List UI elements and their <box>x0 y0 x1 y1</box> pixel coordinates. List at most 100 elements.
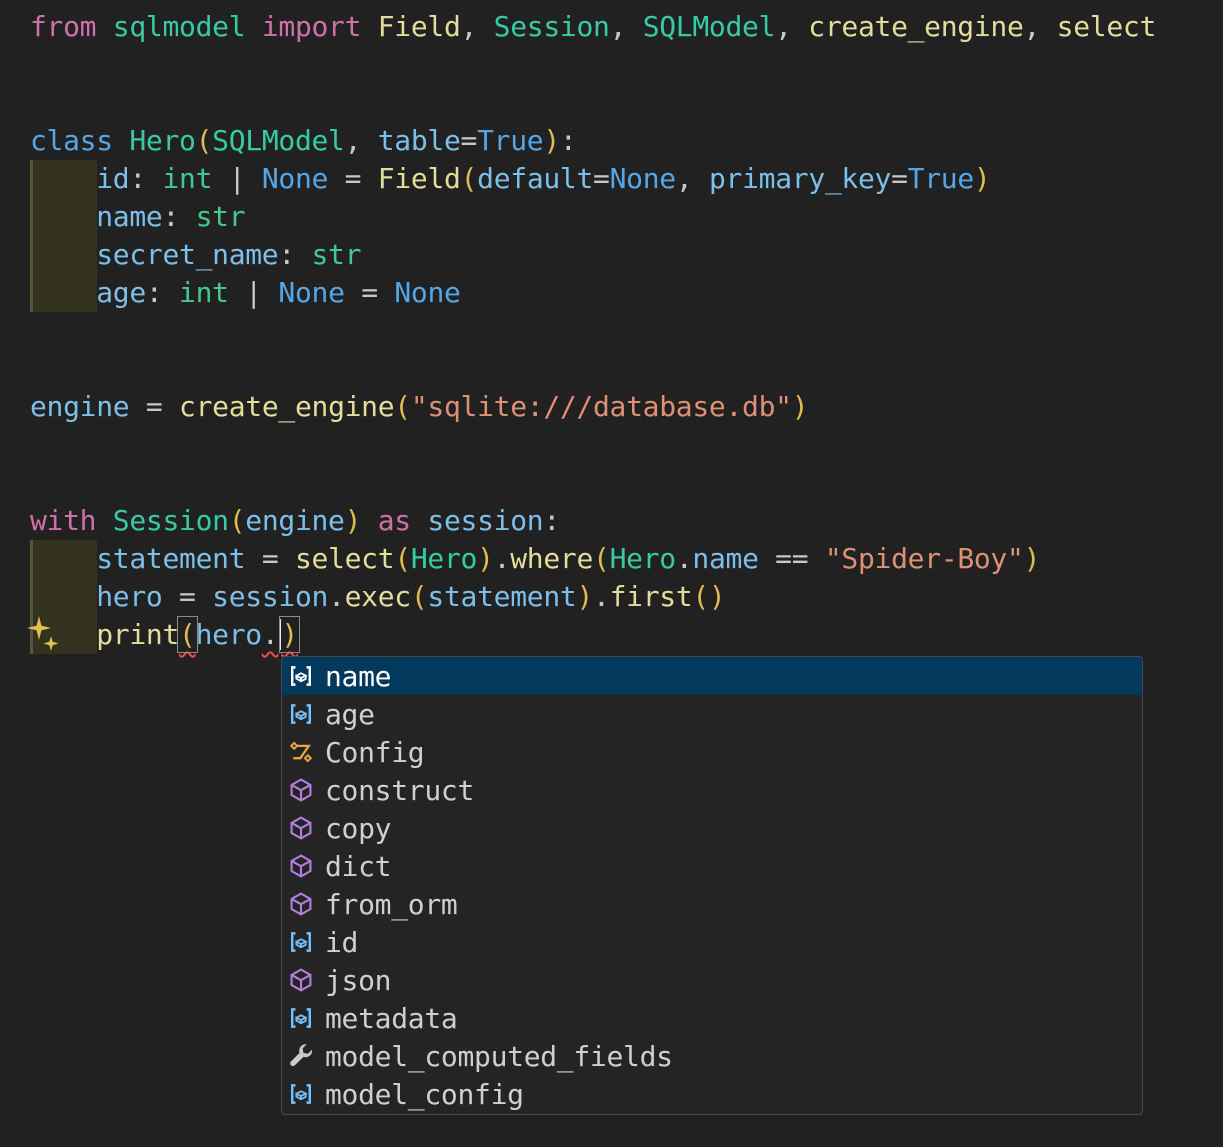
suggest-item-copy[interactable]: copy <box>282 809 1142 847</box>
code-line[interactable]: age: int | None = None <box>0 274 1223 312</box>
code-token: Session <box>493 10 610 43</box>
code-token: age <box>96 276 146 309</box>
code-token: = <box>344 276 395 309</box>
code-token: None <box>609 162 677 195</box>
code-token: table <box>377 124 461 157</box>
code-token: ( <box>177 616 198 653</box>
code-token: . <box>593 580 610 613</box>
code-token: , <box>460 10 494 43</box>
code-token: , <box>775 10 809 43</box>
suggest-item-construct[interactable]: construct <box>282 771 1142 809</box>
code-token: Session <box>112 504 229 537</box>
code-token: "Spider-Boy" <box>824 542 1024 575</box>
suggest-item-Config[interactable]: Config <box>282 733 1142 771</box>
code-token: True <box>907 162 975 195</box>
suggest-item-label: id <box>325 925 359 959</box>
code-token: , <box>1023 10 1057 43</box>
code-token: ) <box>1023 542 1041 575</box>
suggest-item-label: model_config <box>325 1077 524 1111</box>
code-token: ) <box>576 580 594 613</box>
code-token: ( <box>394 390 411 423</box>
symbol-method-icon <box>288 815 314 841</box>
code-token: ( <box>228 504 246 537</box>
code-line[interactable]: statement = select(Hero).where(Hero.name… <box>0 540 1223 578</box>
code-token: ) <box>477 542 494 575</box>
suggest-item-label: metadata <box>325 1001 458 1035</box>
code-line[interactable]: class Hero(SQLModel, table=True): <box>0 122 1223 160</box>
copilot-sparkle-icon[interactable] <box>24 614 64 654</box>
suggest-item-from_orm[interactable]: from_orm <box>282 885 1142 923</box>
code-token: Hero <box>410 542 478 575</box>
code-line[interactable] <box>0 312 1223 350</box>
code-line[interactable]: print(hero.) <box>0 616 1223 654</box>
code-line[interactable]: with Session(engine) as session: <box>0 502 1223 540</box>
code-token: Hero <box>609 542 677 575</box>
code-token: select <box>1056 10 1157 43</box>
code-token: SQLModel <box>212 124 345 157</box>
code-token: default <box>477 162 594 195</box>
code-token: print <box>96 618 180 651</box>
code-token: session <box>212 580 329 613</box>
code-token: ( <box>195 124 213 157</box>
symbol-method-icon <box>288 777 314 803</box>
code-token: : <box>543 504 560 537</box>
code-token: True <box>477 124 544 157</box>
suggest-item-metadata[interactable]: metadata <box>282 999 1142 1037</box>
symbol-property-icon <box>288 1043 314 1069</box>
code-editor[interactable]: from sqlmodel import Field, Session, SQL… <box>0 0 1223 1147</box>
code-token: ( <box>410 580 428 613</box>
code-token: session <box>427 504 544 537</box>
suggest-item-dict[interactable]: dict <box>282 847 1142 885</box>
code-line[interactable] <box>0 46 1223 84</box>
code-token: = <box>460 124 478 157</box>
code-token: . <box>261 618 279 651</box>
code-token: None <box>278 276 345 309</box>
code-token: , <box>609 10 643 43</box>
suggest-item-id[interactable]: id <box>282 923 1142 961</box>
symbol-method-icon <box>288 891 314 917</box>
suggest-item-label: Config <box>325 735 425 769</box>
suggest-item-label: from_orm <box>325 887 458 921</box>
suggest-item-model_computed_fields[interactable]: model_computed_fields <box>282 1037 1142 1075</box>
code-line[interactable]: id: int | None = Field(default=None, pri… <box>0 160 1223 198</box>
code-area[interactable]: from sqlmodel import Field, Session, SQL… <box>0 8 1223 654</box>
code-token: create_engine <box>179 390 395 423</box>
code-token: name <box>692 542 759 575</box>
code-line[interactable]: secret_name: str <box>0 236 1223 274</box>
code-line[interactable]: from sqlmodel import Field, Session, SQL… <box>0 8 1223 46</box>
code-token: , <box>344 124 378 157</box>
suggest-item-label: age <box>325 697 375 731</box>
code-token: first <box>609 580 693 613</box>
code-line[interactable] <box>0 350 1223 388</box>
suggest-item-name[interactable]: name <box>282 657 1142 695</box>
suggest-widget: name age Config construct copy dict from_ormid… <box>281 656 1143 1115</box>
code-token: str <box>311 238 362 271</box>
code-token: hero <box>195 618 263 651</box>
code-token: | <box>228 276 279 309</box>
code-line[interactable]: hero = session.exec(statement).first() <box>0 578 1223 616</box>
code-token: statement <box>96 542 246 575</box>
code-token: = <box>891 162 908 195</box>
code-line[interactable]: name: str <box>0 198 1223 236</box>
suggest-item-model_config[interactable]: model_config <box>282 1075 1142 1113</box>
code-line[interactable] <box>0 426 1223 464</box>
code-token: with <box>30 504 113 537</box>
suggest-item-label: model_computed_fields <box>325 1039 673 1073</box>
suggest-item-json[interactable]: json <box>282 961 1142 999</box>
code-token: Field <box>377 10 461 43</box>
suggest-item-age[interactable]: age <box>282 695 1142 733</box>
code-token: = <box>162 580 213 613</box>
code-token: ) <box>543 124 560 157</box>
code-token: () <box>692 580 726 613</box>
code-token: secret_name <box>96 238 279 271</box>
suggest-item-label: name <box>325 659 392 693</box>
code-line[interactable] <box>0 464 1223 502</box>
code-token: import <box>261 10 378 43</box>
code-line[interactable] <box>0 84 1223 122</box>
suggest-item-label: copy <box>325 811 392 845</box>
code-line[interactable]: engine = create_engine("sqlite:///databa… <box>0 388 1223 426</box>
symbol-field-icon <box>288 929 314 955</box>
